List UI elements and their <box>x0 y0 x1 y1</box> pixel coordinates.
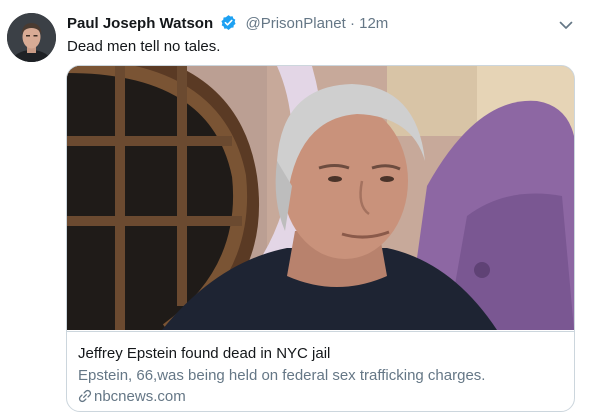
avatar-image <box>7 13 56 62</box>
card-description: Epstein, 66,was being held on federal se… <box>78 367 486 384</box>
card-info[interactable]: Jeffrey Epstein found dead in NYC jail E… <box>67 331 574 411</box>
link-card[interactable]: Jeffrey Epstein found dead in NYC jail E… <box>66 65 575 412</box>
tweet[interactable]: Paul Joseph Watson @PrisonPlanet · 12m D… <box>0 0 591 420</box>
card-domain: nbcnews.com <box>78 387 186 407</box>
tweet-text: Dead men tell no tales. <box>67 38 221 55</box>
link-icon <box>78 389 92 403</box>
display-name[interactable]: Paul Joseph Watson <box>67 15 213 32</box>
card-photo <box>67 66 574 330</box>
card-image[interactable] <box>67 66 574 330</box>
timestamp[interactable]: 12m <box>359 15 388 32</box>
avatar[interactable] <box>7 13 56 62</box>
card-domain-text: nbcnews.com <box>94 388 186 405</box>
separator-dot: · <box>349 15 355 32</box>
verified-badge-icon <box>221 15 236 30</box>
chevron-down-icon[interactable] <box>558 17 574 33</box>
handle[interactable]: @PrisonPlanet <box>245 15 345 32</box>
card-title: Jeffrey Epstein found dead in NYC jail <box>78 345 331 362</box>
tweet-header: Paul Joseph Watson @PrisonPlanet · 12m <box>67 14 388 34</box>
